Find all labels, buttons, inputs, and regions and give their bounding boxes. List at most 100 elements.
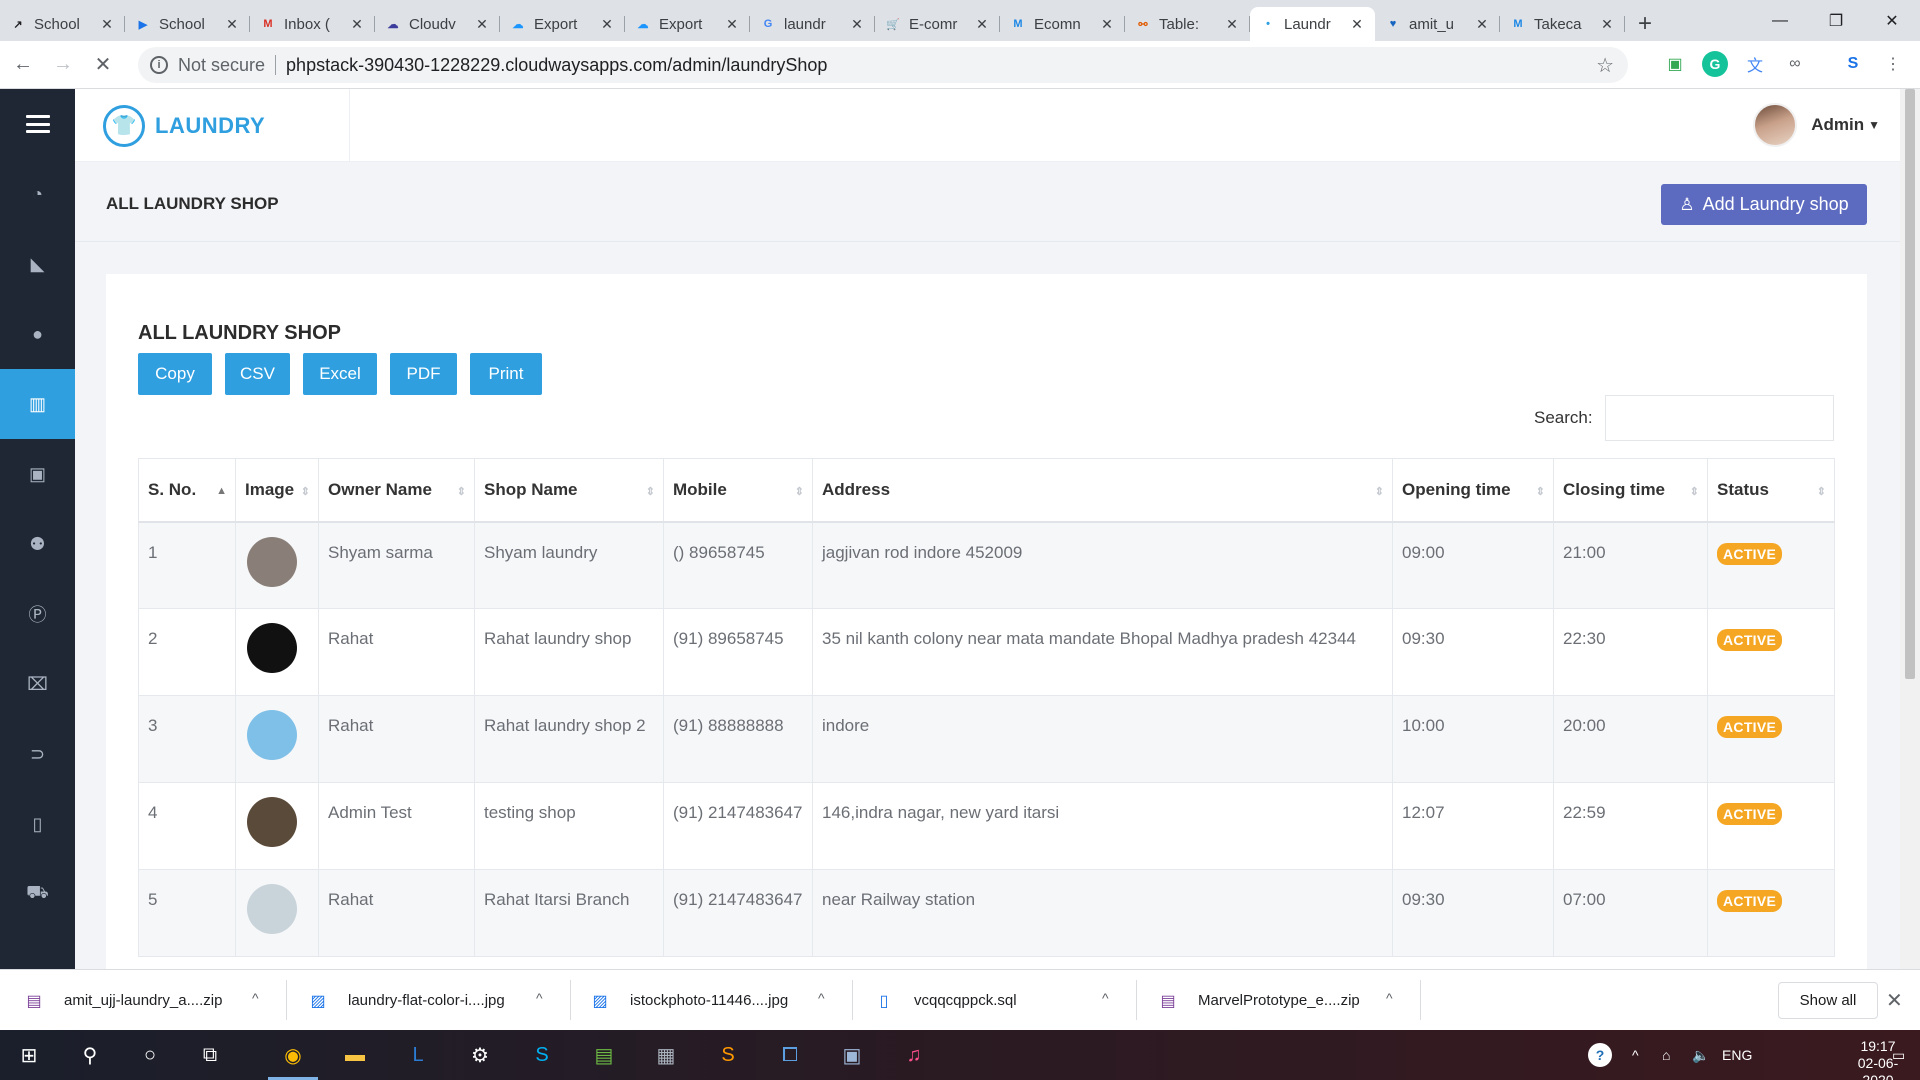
sort-icon[interactable]: ⇕ (1690, 485, 1699, 498)
chevron-up-icon[interactable]: ^ (252, 990, 259, 1006)
add-laundry-shop-button[interactable]: ♙ Add Laundry shop (1661, 184, 1867, 225)
translate-icon[interactable]: 文 (1742, 51, 1768, 77)
chrome-icon[interactable]: ◉ (278, 1040, 308, 1070)
sidebar-item-ads[interactable]: ▣ (0, 439, 75, 509)
tv-extension-icon[interactable]: ▣ (1662, 51, 1688, 77)
browser-tab[interactable]: ♥ amit_u ✕ (1375, 7, 1500, 41)
stop-loading-icon[interactable]: ✕ (86, 48, 120, 82)
monitor-app-icon[interactable]: ▣ (837, 1040, 867, 1070)
tray-expand-icon[interactable]: ^ (1632, 1030, 1639, 1080)
browser-tab[interactable]: M Ecomn ✕ (1000, 7, 1125, 41)
sort-icon[interactable]: ⇕ (646, 485, 655, 498)
status-badge[interactable]: ACTIVE (1717, 716, 1783, 738)
download-item[interactable]: ▨ istockphoto-11446....jpg (590, 970, 788, 1031)
browser-tab[interactable]: ☁ Export ✕ (625, 7, 750, 41)
sidebar-item-add-user[interactable]: ⚉ (0, 509, 75, 579)
sort-icon[interactable]: ⇕ (1536, 485, 1545, 498)
download-item[interactable]: ▨ laundry-flat-color-i....jpg (308, 970, 504, 1031)
image-editor-icon[interactable]: ▤ (589, 1040, 619, 1070)
column-header[interactable]: Shop Name ⇕ (474, 458, 664, 523)
browser-tab[interactable]: Glaundr ✕ (750, 7, 875, 41)
sidebar-item-shop[interactable]: ▥ (0, 369, 75, 439)
remote-desktop-icon[interactable]: ⧠ (775, 1040, 805, 1070)
export-print-button[interactable]: Print (470, 353, 542, 395)
export-copy-button[interactable]: Copy (138, 353, 212, 395)
sublime-icon[interactable]: S (713, 1040, 743, 1070)
task-view-icon[interactable]: ⧉ (195, 1040, 225, 1070)
sort-ascending-icon[interactable]: ▲ (216, 485, 227, 497)
export-pdf-button[interactable]: PDF (390, 353, 457, 395)
browser-tab[interactable]: ⚯ Table: ✕ (1125, 7, 1250, 41)
notifications-icon[interactable]: ▭ (1892, 1030, 1905, 1080)
column-header[interactable]: S. No. ▲ (138, 458, 236, 523)
user-menu[interactable]: Admin ▼ (1753, 103, 1880, 147)
page-scrollbar[interactable] (1900, 89, 1920, 969)
language-indicator[interactable]: ENG (1722, 1030, 1752, 1080)
sidebar-item-document[interactable]: ▯ (0, 789, 75, 859)
close-tab-icon[interactable]: ✕ (974, 16, 990, 33)
sidebar-item-menu[interactable] (0, 89, 75, 159)
menu-kebab-icon[interactable]: ⋮ (1880, 51, 1906, 77)
help-icon[interactable]: ? (1588, 1030, 1612, 1080)
chevron-up-icon[interactable]: ^ (1386, 990, 1393, 1006)
column-header[interactable]: Closing time ⇕ (1553, 458, 1708, 523)
new-tab-button[interactable]: + (1625, 7, 1665, 41)
chevron-up-icon[interactable]: ^ (536, 990, 543, 1006)
close-tab-icon[interactable]: ✕ (849, 16, 865, 33)
column-header[interactable]: Opening time ⇕ (1392, 458, 1554, 523)
skype-icon[interactable]: S (527, 1040, 557, 1070)
download-item[interactable]: ▯ vcqqcqppck.sql (874, 970, 1017, 1031)
extension-icon[interactable]: ∞ (1782, 51, 1808, 77)
sidebar-item-ticket[interactable]: ⊃ (0, 719, 75, 789)
profile-icon[interactable]: S (1840, 51, 1866, 77)
column-header[interactable]: Owner Name ⇕ (318, 458, 475, 523)
chevron-up-icon[interactable]: ^ (818, 990, 825, 1006)
settings-gear-icon[interactable]: ⚙ (465, 1040, 495, 1070)
browser-tab[interactable]: ↗ School ✕ (0, 7, 125, 41)
download-item[interactable]: ▤ MarvelPrototype_e....zip (1158, 970, 1359, 1031)
close-tab-icon[interactable]: ✕ (474, 16, 490, 33)
browser-tab[interactable]: ☁ Export ✕ (500, 7, 625, 41)
status-badge[interactable]: ACTIVE (1717, 542, 1783, 565)
close-tab-icon[interactable]: ✕ (1349, 16, 1365, 33)
status-badge[interactable]: ACTIVE (1717, 890, 1783, 912)
chevron-down-icon[interactable]: ▼ (1868, 118, 1880, 132)
volume-icon[interactable]: 🔈 (1692, 1030, 1709, 1080)
browser-tab[interactable]: M Takeca ✕ (1500, 7, 1625, 41)
close-tab-icon[interactable]: ✕ (1224, 16, 1240, 33)
browser-tab[interactable]: M Inbox (✕ (250, 7, 375, 41)
download-item[interactable]: ▤ amit_ujj-laundry_a....zip (24, 970, 222, 1031)
browser-tab[interactable]: ▶ School ✕ (125, 7, 250, 41)
close-tab-icon[interactable]: ✕ (1099, 16, 1115, 33)
export-excel-button[interactable]: Excel (303, 353, 377, 395)
brand[interactable]: 👕 LAUNDRY (75, 89, 350, 162)
sort-icon[interactable]: ⇕ (1817, 485, 1826, 498)
url-text[interactable]: phpstack-390430-1228229.cloudwaysapps.co… (286, 55, 827, 76)
avatar[interactable] (1753, 103, 1798, 147)
network-app-icon[interactable]: ▦ (651, 1040, 681, 1070)
close-tab-icon[interactable]: ✕ (1474, 16, 1490, 33)
column-header[interactable]: Address ⇕ (812, 458, 1393, 523)
close-tab-icon[interactable]: ✕ (599, 16, 615, 33)
scrollbar-thumb[interactable] (1905, 89, 1915, 679)
close-tab-icon[interactable]: ✕ (349, 16, 365, 33)
maximize-icon[interactable]: ❐ (1808, 0, 1864, 41)
lync-icon[interactable]: L (403, 1040, 433, 1070)
sidebar-item-megaphone[interactable]: ◣ (0, 229, 75, 299)
user-name[interactable]: Admin (1811, 115, 1864, 135)
itunes-icon[interactable]: ♫ (899, 1040, 929, 1070)
close-tab-icon[interactable]: ✕ (224, 16, 240, 33)
column-header[interactable]: Image ⇕ (235, 458, 319, 523)
sort-icon[interactable]: ⇕ (795, 485, 804, 498)
cortana-icon[interactable]: ○ (135, 1040, 165, 1070)
sidebar-item-user[interactable]: ● (0, 299, 75, 369)
back-icon[interactable]: ← (6, 48, 40, 82)
search-input[interactable] (1605, 395, 1834, 441)
status-badge[interactable]: ACTIVE (1717, 629, 1783, 651)
close-tab-icon[interactable]: ✕ (724, 16, 740, 33)
sort-icon[interactable]: ⇕ (301, 485, 310, 498)
close-tab-icon[interactable]: ✕ (99, 16, 115, 33)
export-csv-button[interactable]: CSV (225, 353, 290, 395)
network-icon[interactable]: ⌂ (1662, 1030, 1670, 1080)
column-header[interactable]: Mobile ⇕ (663, 458, 813, 523)
